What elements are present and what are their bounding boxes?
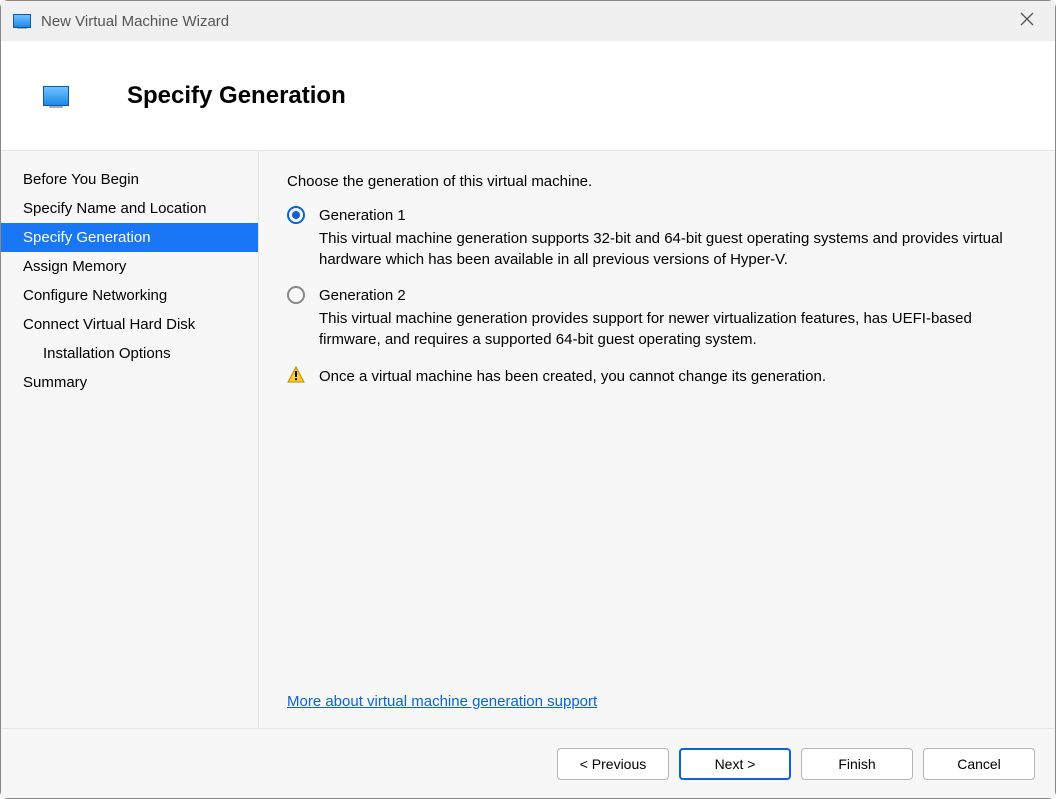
wizard-step[interactable]: Assign Memory [1,252,258,281]
radio-label: Generation 1 [319,207,406,224]
wizard-footer: < Previous Next > Finish Cancel [1,728,1055,798]
finish-button[interactable]: Finish [801,748,913,780]
wizard-step-label: Specify Name and Location [23,200,206,217]
option-description: This virtual machine generation supports… [319,228,1027,270]
page-title: Specify Generation [127,82,346,110]
wizard-header: Specify Generation [1,41,1055,151]
warning-icon [287,366,305,384]
warning-row: Once a virtual machine has been created,… [287,366,1027,387]
wizard-steps-sidebar: Before You Begin Specify Name and Locatio… [1,151,259,728]
app-icon [13,14,31,28]
radio-label: Generation 2 [319,287,406,304]
previous-button[interactable]: < Previous [557,748,669,780]
radio-row[interactable]: Generation 1 [287,206,1027,224]
window-title: New Virtual Machine Wizard [41,13,229,30]
intro-text: Choose the generation of this virtual ma… [287,173,1027,190]
wizard-step[interactable]: Connect Virtual Hard Disk [1,310,258,339]
more-info-link[interactable]: More about virtual machine generation su… [287,693,597,710]
titlebar: New Virtual Machine Wizard [1,1,1055,41]
option-description: This virtual machine generation provides… [319,308,1027,350]
wizard-icon [43,86,69,106]
warning-text: Once a virtual machine has been created,… [319,366,826,387]
wizard-content: Choose the generation of this virtual ma… [259,151,1055,728]
radio-button[interactable] [287,286,305,304]
close-button[interactable] [1019,11,1039,31]
wizard-step-label: Configure Networking [23,287,167,304]
wizard-step[interactable]: Configure Networking [1,281,258,310]
wizard-step[interactable]: Summary [1,368,258,397]
generation-option: Generation 2 This virtual machine generat… [287,286,1027,350]
wizard-step-label: Specify Generation [23,229,151,246]
next-button[interactable]: Next > [679,748,791,780]
wizard-step[interactable]: Installation Options [1,339,258,368]
close-icon [1019,11,1035,27]
generation-option: Generation 1 This virtual machine generat… [287,206,1027,270]
wizard-step-label: Before You Begin [23,171,139,188]
wizard-step[interactable]: Specify Name and Location [1,194,258,223]
wizard-step-label: Installation Options [43,345,171,362]
wizard-step[interactable]: Specify Generation [1,223,258,252]
wizard-step-label: Summary [23,374,87,391]
radio-row[interactable]: Generation 2 [287,286,1027,304]
radio-button[interactable] [287,206,305,224]
wizard-step[interactable]: Before You Begin [1,165,258,194]
wizard-step-label: Assign Memory [23,258,126,275]
wizard-step-label: Connect Virtual Hard Disk [23,316,195,333]
cancel-button[interactable]: Cancel [923,748,1035,780]
